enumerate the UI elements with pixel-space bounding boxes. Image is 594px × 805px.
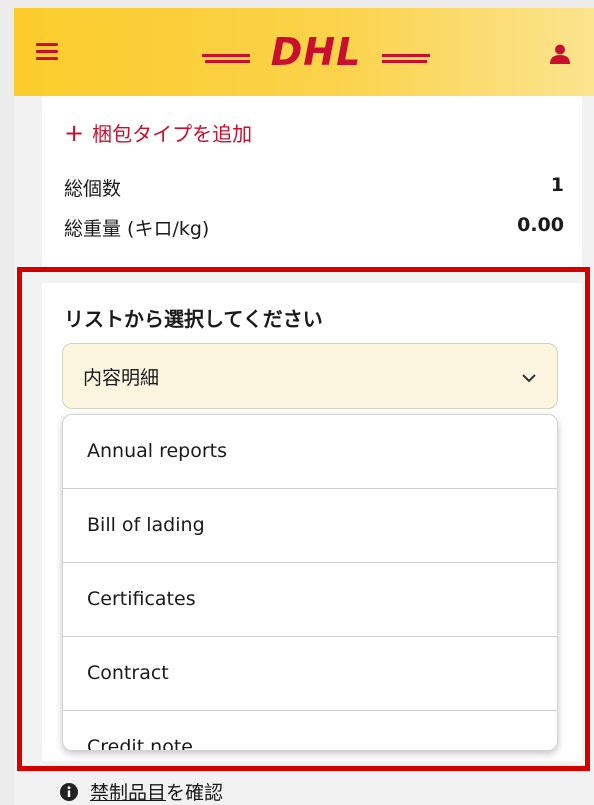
selected-value: 内容明細 xyxy=(83,367,160,389)
info-icon xyxy=(60,782,78,801)
page: DHL + 梱包タイプを追加 総個数 1 総重量 (キロ/kg) 0.00 リスト… xyxy=(14,8,594,805)
select-heading: リストから選択してください xyxy=(64,307,323,331)
total-pieces-row: 総個数 1 xyxy=(64,174,564,201)
package-summary-card: + 梱包タイプを追加 総個数 1 総重量 (キロ/kg) 0.00 xyxy=(42,96,582,266)
total-weight-label: 総重量 (キロ/kg) xyxy=(64,218,210,240)
add-package-label: 梱包タイプを追加 xyxy=(92,122,253,146)
total-pieces-value: 1 xyxy=(550,174,564,196)
logo-text: DHL xyxy=(271,32,362,72)
dhl-logo[interactable]: DHL xyxy=(202,32,432,72)
total-weight-row: 総重量 (キロ/kg) 0.00 xyxy=(64,214,564,241)
dropdown-option[interactable]: Contract xyxy=(63,637,557,711)
user-icon[interactable] xyxy=(548,44,572,64)
hamburger-menu-icon[interactable] xyxy=(36,43,58,61)
total-weight-value: 0.00 xyxy=(517,214,564,236)
plus-icon: + xyxy=(64,119,85,147)
prohibited-items-note: 禁制品目 を確認 xyxy=(60,778,223,805)
chevron-down-icon xyxy=(522,374,536,383)
dropdown-list[interactable]: Annual reports Bill of lading Certificat… xyxy=(62,414,558,751)
dropdown-option[interactable]: Credit note xyxy=(63,711,557,750)
add-package-type-link[interactable]: + 梱包タイプを追加 xyxy=(64,118,252,147)
prohibited-items-link[interactable]: 禁制品目 xyxy=(90,778,166,805)
confirm-suffix: を確認 xyxy=(166,782,224,804)
dropdown-option[interactable]: Annual reports xyxy=(63,415,557,489)
document-type-card: リストから選択してください 内容明細 Annual reports Bill o… xyxy=(42,283,582,761)
app-header: DHL xyxy=(14,8,594,96)
dropdown-option[interactable]: Bill of lading xyxy=(63,489,557,563)
dropdown-option[interactable]: Certificates xyxy=(63,563,557,637)
total-pieces-label: 総個数 xyxy=(64,178,122,200)
document-type-select[interactable]: 内容明細 xyxy=(62,343,558,409)
